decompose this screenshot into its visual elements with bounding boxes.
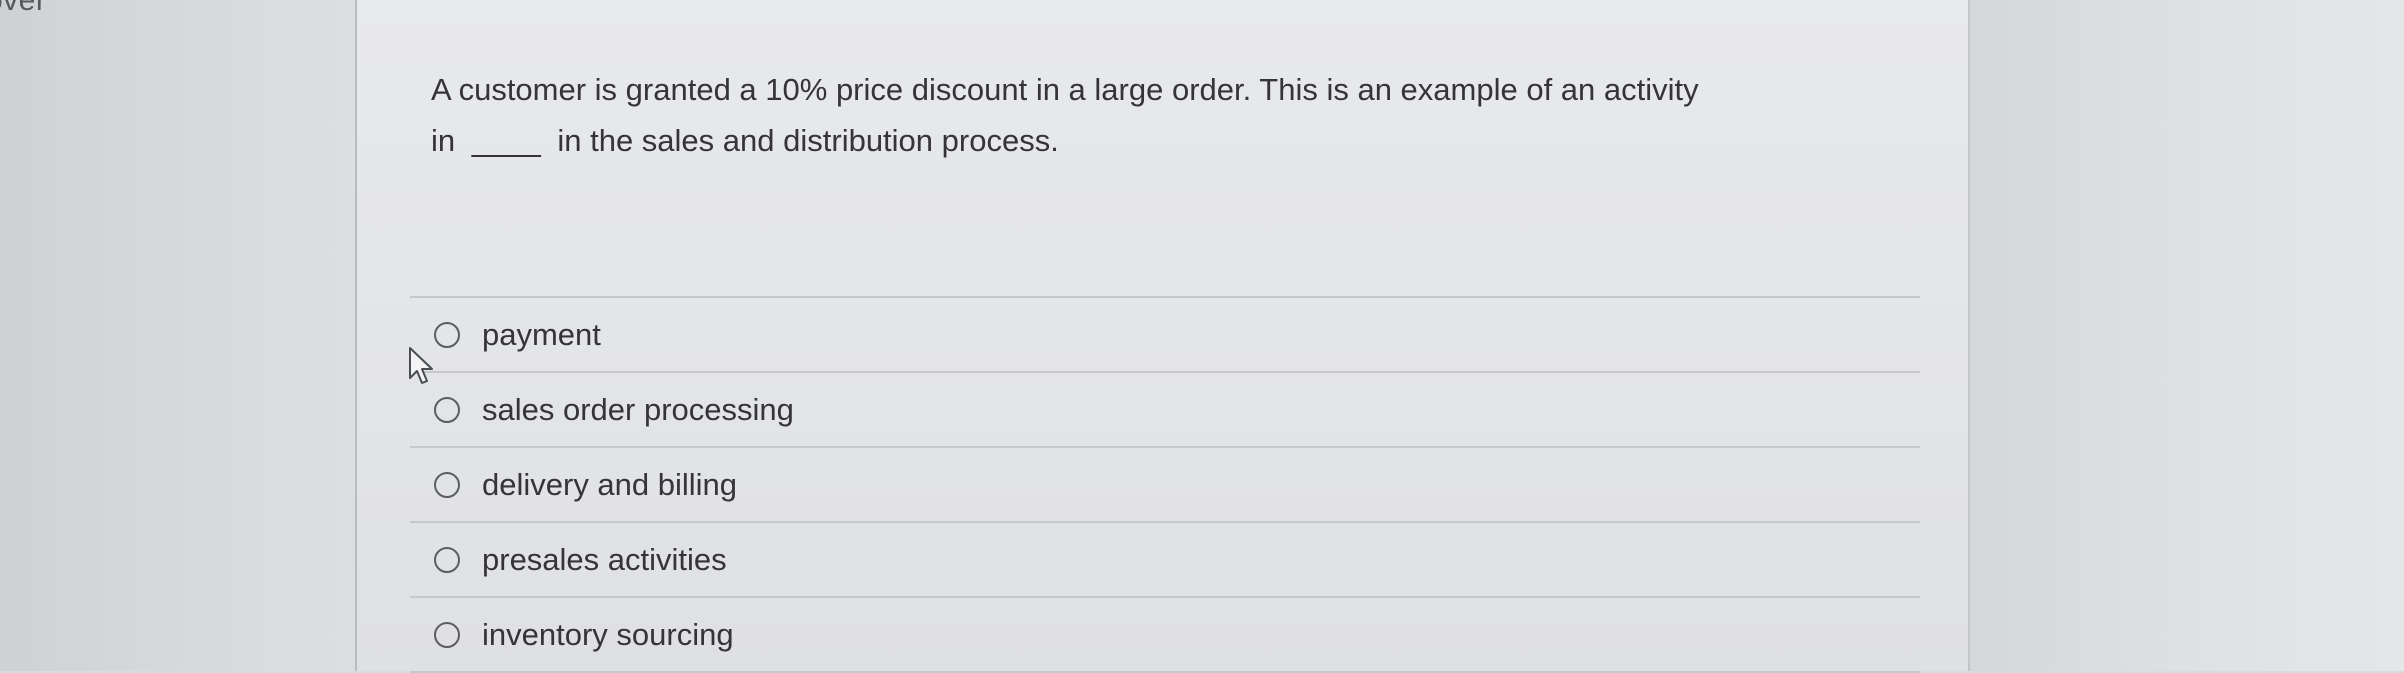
- answer-options: payment sales order processing delivery …: [410, 296, 1920, 673]
- option-label: sales order processing: [482, 391, 794, 427]
- question-line-2-prefix: in: [431, 123, 456, 158]
- question-line-2-suffix: in the sales and distribution process.: [557, 123, 1059, 158]
- option-label: presales activities: [482, 541, 727, 577]
- question-line-2: in ____ in the sales and distribution pr…: [431, 115, 1891, 166]
- radio-unchecked-icon[interactable]: [434, 321, 460, 348]
- radio-unchecked-icon[interactable]: [434, 396, 460, 423]
- option-sales-order-processing[interactable]: sales order processing: [410, 373, 1920, 448]
- radio-unchecked-icon[interactable]: [434, 546, 460, 573]
- option-label: payment: [482, 316, 601, 352]
- radio-unchecked-icon[interactable]: [434, 471, 460, 498]
- left-background: [0, 0, 355, 671]
- option-label: inventory sourcing: [482, 616, 734, 652]
- question-line-1: A customer is granted a 10% price discou…: [431, 72, 1699, 107]
- question-blank: ____: [471, 123, 541, 158]
- right-background: [1970, 0, 2404, 671]
- option-presales-activities[interactable]: presales activities: [410, 523, 1920, 598]
- corner-label: over: [0, 0, 47, 17]
- option-label: delivery and billing: [482, 466, 738, 502]
- mouse-pointer-icon: [409, 347, 433, 384]
- option-delivery-and-billing[interactable]: delivery and billing: [410, 448, 1920, 523]
- option-payment[interactable]: payment: [410, 298, 1920, 373]
- question-text: A customer is granted a 10% price discou…: [431, 64, 1891, 166]
- option-inventory-sourcing[interactable]: inventory sourcing: [410, 598, 1920, 673]
- radio-unchecked-icon[interactable]: [434, 621, 460, 648]
